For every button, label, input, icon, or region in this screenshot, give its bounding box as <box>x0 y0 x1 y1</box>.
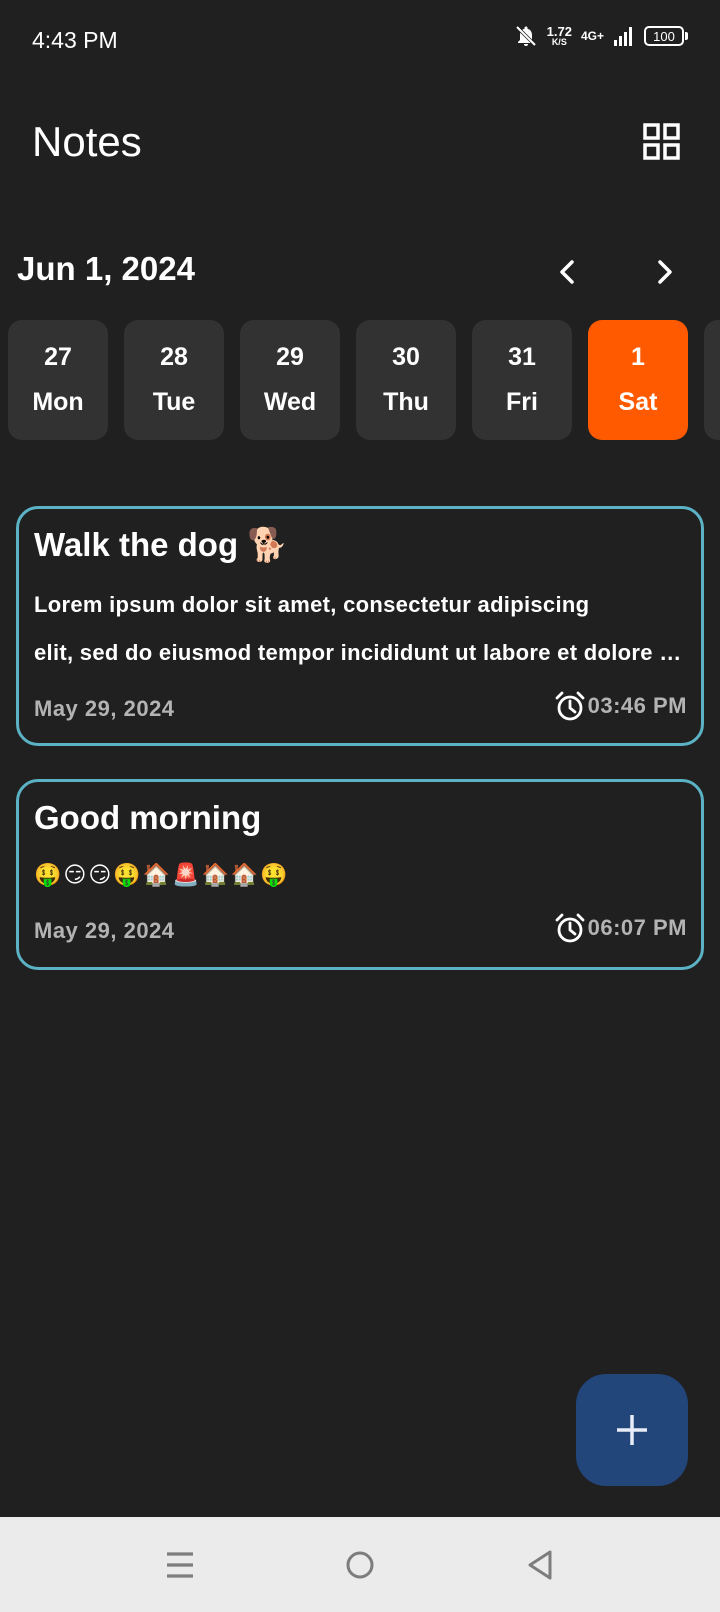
note-time-text: 06:07 PM <box>587 915 687 940</box>
network-speed-unit: K/S <box>551 37 567 47</box>
day-weekday: Tue <box>152 388 196 416</box>
notes-screen: 4:43 PM 1.72 K/S 4G+ 100 Notes Jun 1, 20… <box>0 0 720 1612</box>
next-week-button[interactable] <box>646 254 682 290</box>
note-title: Walk the dog 🐕 <box>34 526 289 563</box>
day-number: 31 <box>508 343 536 371</box>
status-indicators: 1.72 K/S 4G+ 100 <box>514 24 688 48</box>
day-chip-next[interactable] <box>704 320 720 440</box>
alarm-clock-icon <box>555 913 585 943</box>
add-note-button[interactable] <box>576 1374 688 1486</box>
system-nav-bar <box>0 1517 720 1612</box>
day-selector: 27 Mon 28 Tue 29 Wed 30 Thu 31 Fri 1 Sat <box>8 320 720 440</box>
battery-tip <box>685 32 688 40</box>
signal-icon <box>614 27 632 46</box>
day-number: 28 <box>160 343 188 371</box>
back-button[interactable] <box>520 1545 560 1585</box>
battery-level: 100 <box>644 26 684 46</box>
current-date: Jun 1, 2024 <box>17 250 195 287</box>
status-bar: 4:43 PM 1.72 K/S 4G+ 100 <box>0 0 720 82</box>
day-weekday: Thu <box>383 388 429 416</box>
note-time: 06:07 PM <box>554 912 687 944</box>
day-weekday: Wed <box>263 388 317 416</box>
note-card[interactable]: Good morning 🤑😏😏🤑🏠🚨🏠🏠🤑 May 29, 2024 06:0… <box>16 779 704 970</box>
note-body-line: elit, sed do eiusmod tempor incididunt u… <box>34 640 686 665</box>
day-weekday: Sat <box>618 388 658 416</box>
menu-icon <box>167 1552 193 1578</box>
chevron-right-icon <box>658 260 672 284</box>
note-date: May 29, 2024 <box>34 696 175 721</box>
day-number: 27 <box>44 343 72 371</box>
day-chip-28[interactable]: 28 Tue <box>124 320 224 440</box>
day-number: 30 <box>392 343 420 371</box>
network-type: 4G+ <box>580 29 604 43</box>
network-speed: 1.72 K/S <box>547 25 572 47</box>
note-body: 🤑😏😏🤑🏠🚨🏠🏠🤑 <box>34 862 290 887</box>
day-chip-27[interactable]: 27 Mon <box>8 320 108 440</box>
bell-off-icon <box>515 25 536 47</box>
chevron-left-icon <box>560 260 574 284</box>
plus-icon <box>617 1415 647 1445</box>
day-chip-29[interactable]: 29 Wed <box>240 320 340 440</box>
day-weekday: Fri <box>506 388 538 416</box>
previous-week-button[interactable] <box>550 254 586 290</box>
day-number: 1 <box>631 343 645 371</box>
day-weekday: Mon <box>32 388 84 416</box>
note-title: Good morning <box>34 799 262 836</box>
day-chip-selected[interactable]: 1 Sat <box>588 320 688 440</box>
note-body-line: Lorem ipsum dolor sit amet, consectetur … <box>34 592 590 617</box>
home-circle-icon <box>346 1551 374 1579</box>
alarm-clock-icon <box>555 691 585 721</box>
day-chip-31[interactable]: 31 Fri <box>472 320 572 440</box>
home-button[interactable] <box>340 1545 380 1585</box>
note-time: 03:46 PM <box>554 690 687 722</box>
note-card[interactable]: Walk the dog 🐕 Lorem ipsum dolor sit ame… <box>16 506 704 746</box>
day-number: 29 <box>276 343 304 371</box>
back-triangle-icon <box>528 1550 552 1580</box>
note-time-text: 03:46 PM <box>587 693 687 718</box>
battery-indicator: 100 <box>644 26 688 46</box>
grid-view-icon[interactable] <box>642 122 682 162</box>
recent-apps-button[interactable] <box>160 1545 200 1585</box>
note-date: May 29, 2024 <box>34 918 175 943</box>
page-title: Notes <box>32 118 142 165</box>
status-time: 4:43 PM <box>32 27 118 53</box>
note-body: Lorem ipsum dolor sit amet, consectetur … <box>34 581 686 677</box>
day-chip-30[interactable]: 30 Thu <box>356 320 456 440</box>
